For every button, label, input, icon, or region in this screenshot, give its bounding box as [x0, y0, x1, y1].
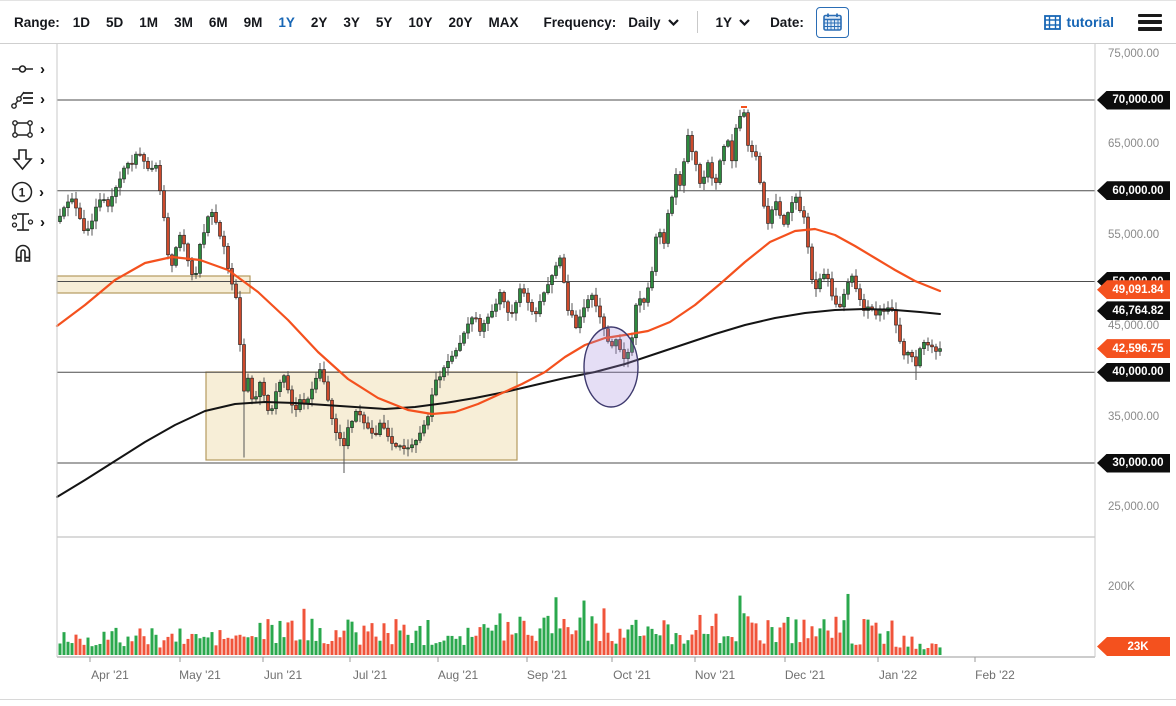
price-tag: 49,091.84 [1097, 280, 1170, 299]
month-label: Nov '21 [695, 668, 735, 682]
price-tag: 60,000.00 [1097, 181, 1170, 200]
volume-tag: 23K [1097, 637, 1170, 656]
charting-app: Range: 1D5D1M3M6M9M1Y2Y3Y5Y10Y20YMAX Fre… [0, 0, 1176, 706]
volume-tick-label: 200K [1108, 581, 1135, 593]
month-label: Dec '21 [785, 668, 825, 682]
price-tag: 40,000.00 [1097, 363, 1170, 382]
price-tag: 70,000.00 [1097, 91, 1170, 110]
page-bottom-border [0, 699, 1176, 700]
month-label: Jun '21 [264, 668, 302, 682]
month-label: Apr '21 [91, 668, 129, 682]
month-label: Oct '21 [613, 668, 651, 682]
price-tick-label: 65,000.00 [1108, 138, 1159, 150]
price-tick-label: 45,000.00 [1108, 320, 1159, 332]
month-label: Sep '21 [527, 668, 567, 682]
price-tick-label: 55,000.00 [1108, 229, 1159, 241]
price-tag: 42,596.75 [1097, 339, 1170, 358]
month-label: May '21 [179, 668, 221, 682]
month-label: Aug '21 [438, 668, 478, 682]
chart-canvas[interactable] [0, 0, 1176, 706]
month-label: Jul '21 [353, 668, 387, 682]
price-tick-label: 35,000.00 [1108, 411, 1159, 423]
month-label: Jan '22 [879, 668, 917, 682]
price-tick-label: 25,000.00 [1108, 501, 1159, 513]
price-tag: 46,764.82 [1097, 301, 1170, 320]
month-label: Feb '22 [975, 668, 1015, 682]
price-tick-label: 75,000.00 [1108, 48, 1159, 60]
price-tag: 30,000.00 [1097, 454, 1170, 473]
